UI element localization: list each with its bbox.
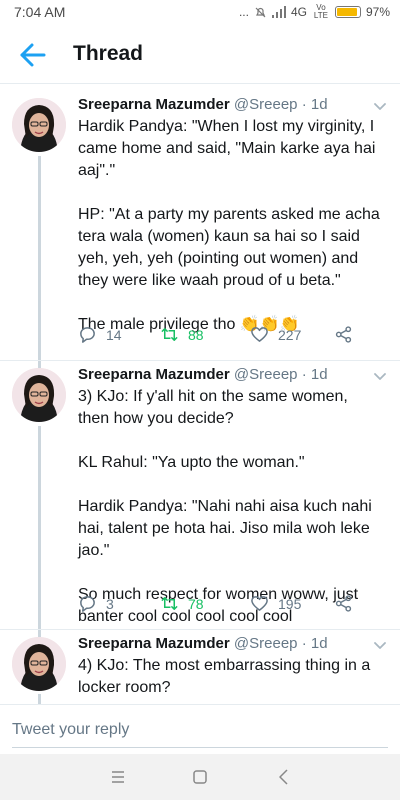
tweet-paragraph: Hardik Pandya: "Nahi nahi aisa kuch nahi… bbox=[78, 498, 372, 559]
chevron-down-icon[interactable] bbox=[372, 368, 388, 384]
network-type: 4G bbox=[290, 5, 307, 19]
status-bar: 7:04 AM ... 4G Vo LTE 97% bbox=[0, 0, 400, 26]
tweet-paragraph: 4) KJo: The most embarrassing thing in a… bbox=[78, 657, 371, 696]
retweet-count: 78 bbox=[188, 595, 204, 612]
app-bar: Thread bbox=[0, 26, 400, 84]
tweet-actions: 3 78 195 bbox=[78, 594, 353, 613]
share-icon bbox=[335, 326, 352, 343]
arrow-left-icon[interactable] bbox=[18, 40, 48, 70]
tweet-header: Sreeparna Mazumder @Sreeep · 1d bbox=[78, 366, 328, 383]
tweet-text: Hardik Pandya: "When I lost my virginity… bbox=[78, 116, 383, 336]
reply-underline bbox=[12, 747, 388, 748]
like-count: 227 bbox=[278, 326, 302, 343]
status-time: 7:04 AM bbox=[14, 4, 66, 20]
reply-icon bbox=[80, 596, 95, 612]
battery-icon bbox=[334, 6, 361, 18]
reply-icon bbox=[80, 327, 95, 343]
tweet[interactable]: Sreeparna Mazumder @Sreeep · 1d Hardik P… bbox=[0, 96, 400, 361]
notification-dots: ... bbox=[238, 5, 249, 19]
tweet-paragraph: 3) KJo: If y'all hit on the same women, … bbox=[78, 388, 348, 427]
tweet-paragraph: KL Rahul: "Ya upto the woman." bbox=[78, 454, 305, 471]
retweet-count: 88 bbox=[188, 326, 204, 343]
heart-icon bbox=[251, 327, 268, 342]
author-handle: @Sreeep bbox=[233, 96, 298, 113]
retweet-icon bbox=[161, 597, 178, 610]
tweet-header: Sreeparna Mazumder @Sreeep · 1d bbox=[78, 635, 328, 652]
tweet-time: · 1d bbox=[301, 366, 328, 383]
author-handle: @Sreeep bbox=[233, 366, 298, 383]
reply-button[interactable]: 14 bbox=[78, 325, 160, 344]
reply-count: 3 bbox=[106, 595, 114, 612]
like-button[interactable]: 227 bbox=[250, 325, 334, 344]
retweet-button[interactable]: 88 bbox=[160, 325, 250, 344]
tweet-text: 4) KJo: The most embarrassing thing in a… bbox=[78, 655, 383, 699]
tweet-actions: 14 88 227 bbox=[78, 325, 353, 344]
volte-badge: Vo LTE bbox=[313, 3, 328, 20]
share-icon bbox=[335, 595, 352, 612]
tweet[interactable]: Sreeparna Mazumder @Sreeep · 1d 3) KJo: … bbox=[0, 366, 400, 626]
heart-icon bbox=[251, 596, 268, 611]
tweet[interactable]: Sreeparna Mazumder @Sreeep · 1d 4) KJo: … bbox=[0, 635, 400, 703]
reply-composer[interactable]: Tweet your reply bbox=[0, 704, 400, 754]
signal-icon bbox=[271, 6, 286, 18]
chevron-down-icon[interactable] bbox=[372, 98, 388, 114]
home-icon[interactable] bbox=[189, 766, 211, 788]
reply-button[interactable]: 3 bbox=[78, 594, 160, 613]
avatar[interactable] bbox=[12, 98, 66, 152]
retweet-button[interactable]: 78 bbox=[160, 594, 250, 613]
tweet-header: Sreeparna Mazumder @Sreeep · 1d bbox=[78, 96, 328, 113]
author-name[interactable]: Sreeparna Mazumder bbox=[78, 366, 230, 383]
like-count: 195 bbox=[278, 595, 302, 612]
author-name[interactable]: Sreeparna Mazumder bbox=[78, 635, 230, 652]
status-icons: ... 4G Vo LTE 97% bbox=[239, 4, 390, 20]
back-icon[interactable] bbox=[273, 766, 295, 788]
tweet-time: · 1d bbox=[301, 96, 328, 113]
menu-icon[interactable] bbox=[107, 766, 129, 788]
share-button[interactable] bbox=[334, 325, 353, 344]
author-handle: @Sreeep bbox=[233, 635, 298, 652]
chevron-down-icon[interactable] bbox=[372, 637, 388, 653]
reply-count: 14 bbox=[106, 326, 122, 343]
reply-input[interactable]: Tweet your reply bbox=[12, 721, 129, 739]
tweet-text: 3) KJo: If y'all hit on the same women, … bbox=[78, 386, 383, 628]
tweet-paragraph: Hardik Pandya: "When I lost my virginity… bbox=[78, 118, 376, 179]
page-title: Thread bbox=[73, 42, 144, 65]
retweet-icon bbox=[161, 328, 178, 341]
tweet-time: · 1d bbox=[301, 635, 328, 652]
author-name[interactable]: Sreeparna Mazumder bbox=[78, 96, 230, 113]
avatar[interactable] bbox=[12, 368, 66, 422]
avatar[interactable] bbox=[12, 637, 66, 691]
share-button[interactable] bbox=[334, 594, 353, 613]
tweet-paragraph: HP: "At a party my parents asked me acha… bbox=[78, 206, 380, 289]
system-nav-bar bbox=[0, 754, 400, 800]
tweet-divider bbox=[0, 629, 400, 630]
like-button[interactable]: 195 bbox=[250, 594, 334, 613]
tweet-divider bbox=[0, 360, 400, 361]
battery-percent: 97% bbox=[365, 5, 390, 19]
alarm-off-icon bbox=[255, 7, 266, 17]
